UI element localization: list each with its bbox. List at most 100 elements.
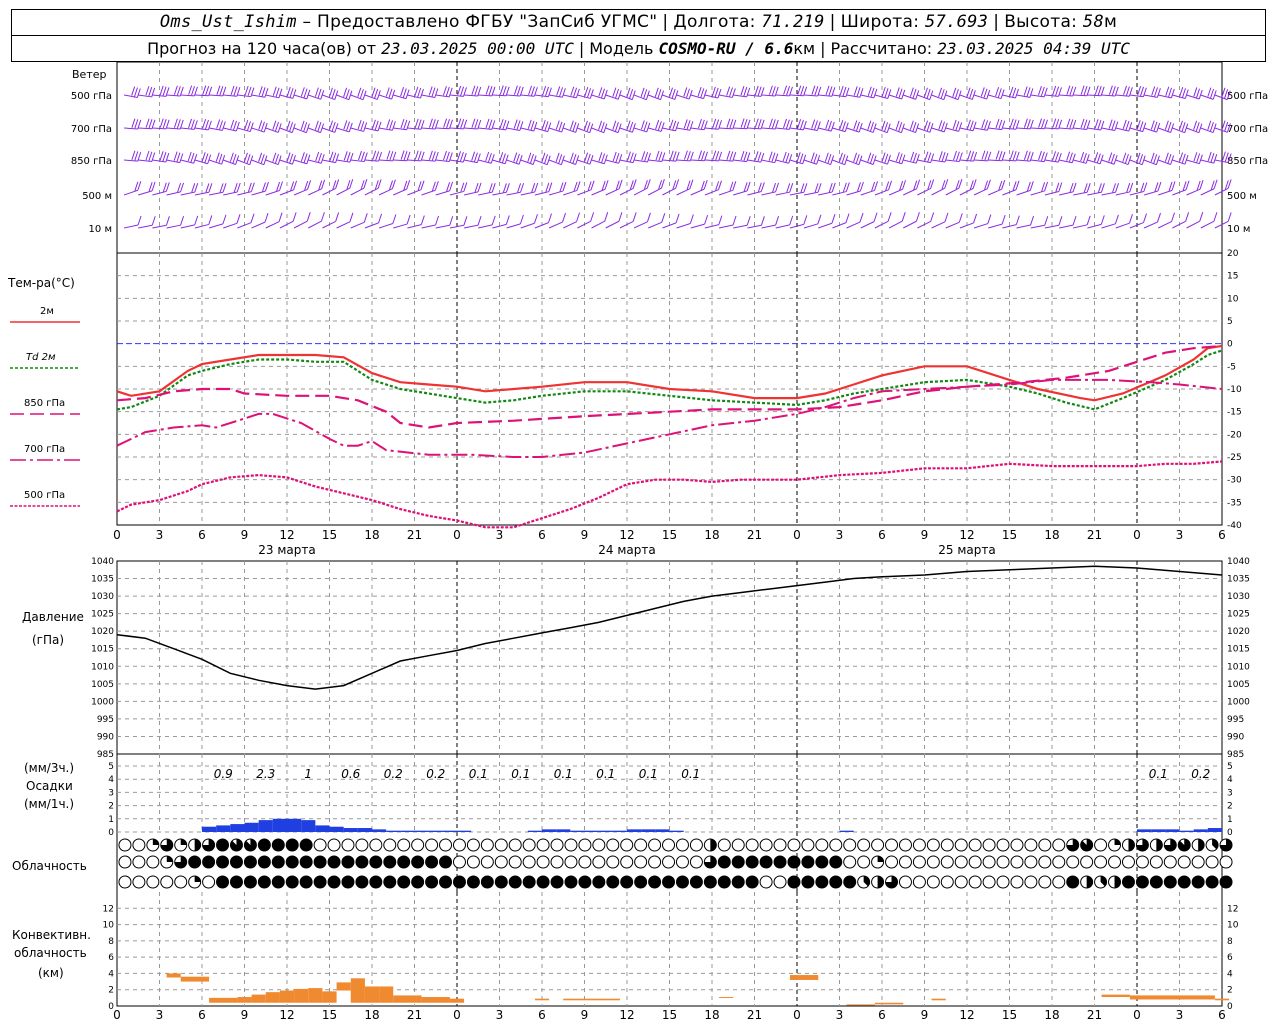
wind-barb-feather — [534, 182, 539, 193]
wind-barb-feather — [797, 119, 802, 129]
wind-barb-feather — [134, 119, 139, 129]
wind-barb-feather — [729, 119, 734, 129]
wind-barb-feather — [912, 152, 917, 163]
wind-barb — [888, 188, 903, 196]
wind-barb — [138, 94, 152, 98]
hour-label: 12 — [279, 528, 294, 542]
wind-barb-feather — [814, 86, 819, 96]
wind-barb-feather — [374, 120, 379, 130]
wind-barb-feather — [235, 121, 240, 132]
wind-barb-feather — [754, 151, 759, 161]
cloud-cover-symbol — [996, 855, 1010, 869]
wind-barb-feather — [1026, 119, 1031, 129]
wind-barb-feather — [517, 183, 522, 193]
wind-barb-feather — [222, 214, 227, 225]
precip-bar — [612, 830, 627, 832]
cloud-cover-symbol — [411, 838, 425, 852]
wind-barb-feather — [501, 153, 506, 163]
cloud-cover-fill — [166, 856, 173, 862]
wind-barb-feather — [629, 89, 634, 99]
wind-barb-feather — [686, 120, 691, 130]
wind-barb-feather — [1114, 121, 1119, 131]
wind-barb-feather — [828, 120, 832, 131]
wind-barb — [733, 94, 747, 98]
wind-barb — [704, 127, 719, 130]
cloud-cover-symbol — [341, 855, 355, 869]
wind-barb-feather — [435, 215, 440, 226]
wind-barb-feather — [998, 119, 1003, 130]
wind-barb-feather — [289, 88, 294, 98]
wind-barb-feather — [244, 85, 249, 96]
cloud-cover-symbol — [1024, 838, 1038, 852]
hour-label-bottom: 12 — [619, 1008, 634, 1022]
wind-barb-feather — [202, 119, 207, 129]
wind-barb-feather — [1207, 87, 1212, 97]
cloud-cover-symbol — [341, 875, 355, 889]
wind-barb-feather — [701, 151, 706, 161]
wind-barb-feather — [516, 120, 521, 130]
conv-cloud-layer — [874, 1002, 904, 1005]
wind-barb-feather — [1038, 118, 1043, 128]
wind-barb-feather — [548, 182, 553, 192]
wind-barb-feather — [1165, 86, 1170, 96]
wind-barb-feather — [873, 88, 878, 99]
wind-barb-feather — [754, 85, 759, 96]
cloud-cover-symbol — [188, 855, 202, 869]
wind-barb-feather — [1128, 214, 1133, 224]
wind-barb-feather — [584, 152, 589, 162]
wind-barb — [959, 187, 974, 196]
wind-level-label: 10 м — [89, 224, 112, 235]
wind-barb-feather — [881, 152, 886, 162]
wind-barb-feather — [388, 88, 393, 98]
cloud-cover-symbol — [313, 855, 327, 869]
hour-label-bottom: 9 — [581, 1008, 589, 1022]
cloud-cover-symbol — [1205, 875, 1219, 889]
cloud-cover-symbol — [383, 838, 397, 852]
wind-barb-feather — [802, 154, 807, 164]
wind-barb-feather — [811, 119, 816, 129]
wind-barb-feather — [1030, 215, 1035, 226]
wind-barb-feather — [760, 216, 765, 226]
cloud-cover-symbol — [494, 838, 508, 852]
wind-barb-feather — [895, 152, 900, 162]
wind-barb-feather — [219, 183, 224, 193]
wind-barb-feather — [165, 182, 170, 192]
hour-label-bottom: 0 — [453, 1008, 461, 1022]
wind-barb-feather — [162, 86, 167, 96]
wind-barb — [123, 189, 138, 196]
wind-barb-feather — [1184, 155, 1189, 165]
wind-barb-feather — [216, 85, 221, 95]
wind-barb-feather — [541, 120, 546, 130]
wind-barb-feather — [520, 183, 525, 193]
cloud-cover-symbol — [327, 838, 341, 852]
wind-barb-feather — [400, 118, 405, 129]
wind-barb-feather — [732, 181, 737, 191]
wind-barb-feather — [258, 86, 263, 96]
wind-barb-feather — [230, 119, 235, 130]
wind-barb — [393, 159, 407, 162]
wind-barb-feather — [561, 122, 566, 133]
wind-barb-feather — [901, 212, 906, 222]
wind-level-label: 700 гПа — [71, 124, 112, 135]
wind-barb-feather — [1115, 183, 1120, 193]
wind-barb — [761, 191, 776, 196]
cloud-cover-symbol — [397, 855, 411, 869]
wind-barb-feather — [230, 85, 235, 96]
wind-barb — [322, 187, 336, 196]
hour-label-bottom: 9 — [241, 1008, 249, 1022]
wind-barb-feather — [938, 151, 943, 161]
wind-barb-feather — [555, 120, 560, 130]
wind-barb-feather — [137, 181, 142, 191]
wind-barb — [1200, 188, 1215, 196]
cloud-cover-symbol — [662, 855, 676, 869]
wind-barb — [747, 94, 762, 97]
wind-barb-feather — [757, 182, 762, 192]
wind-barb-feather — [697, 118, 702, 129]
wind-barb — [180, 94, 195, 97]
wind-barb — [733, 224, 748, 229]
precip-bar — [1137, 829, 1152, 832]
wind-barb-feather — [502, 119, 507, 130]
wind-barb — [506, 223, 521, 229]
wind-barb-feather — [448, 119, 453, 129]
wind-barb-feather — [1097, 183, 1102, 193]
